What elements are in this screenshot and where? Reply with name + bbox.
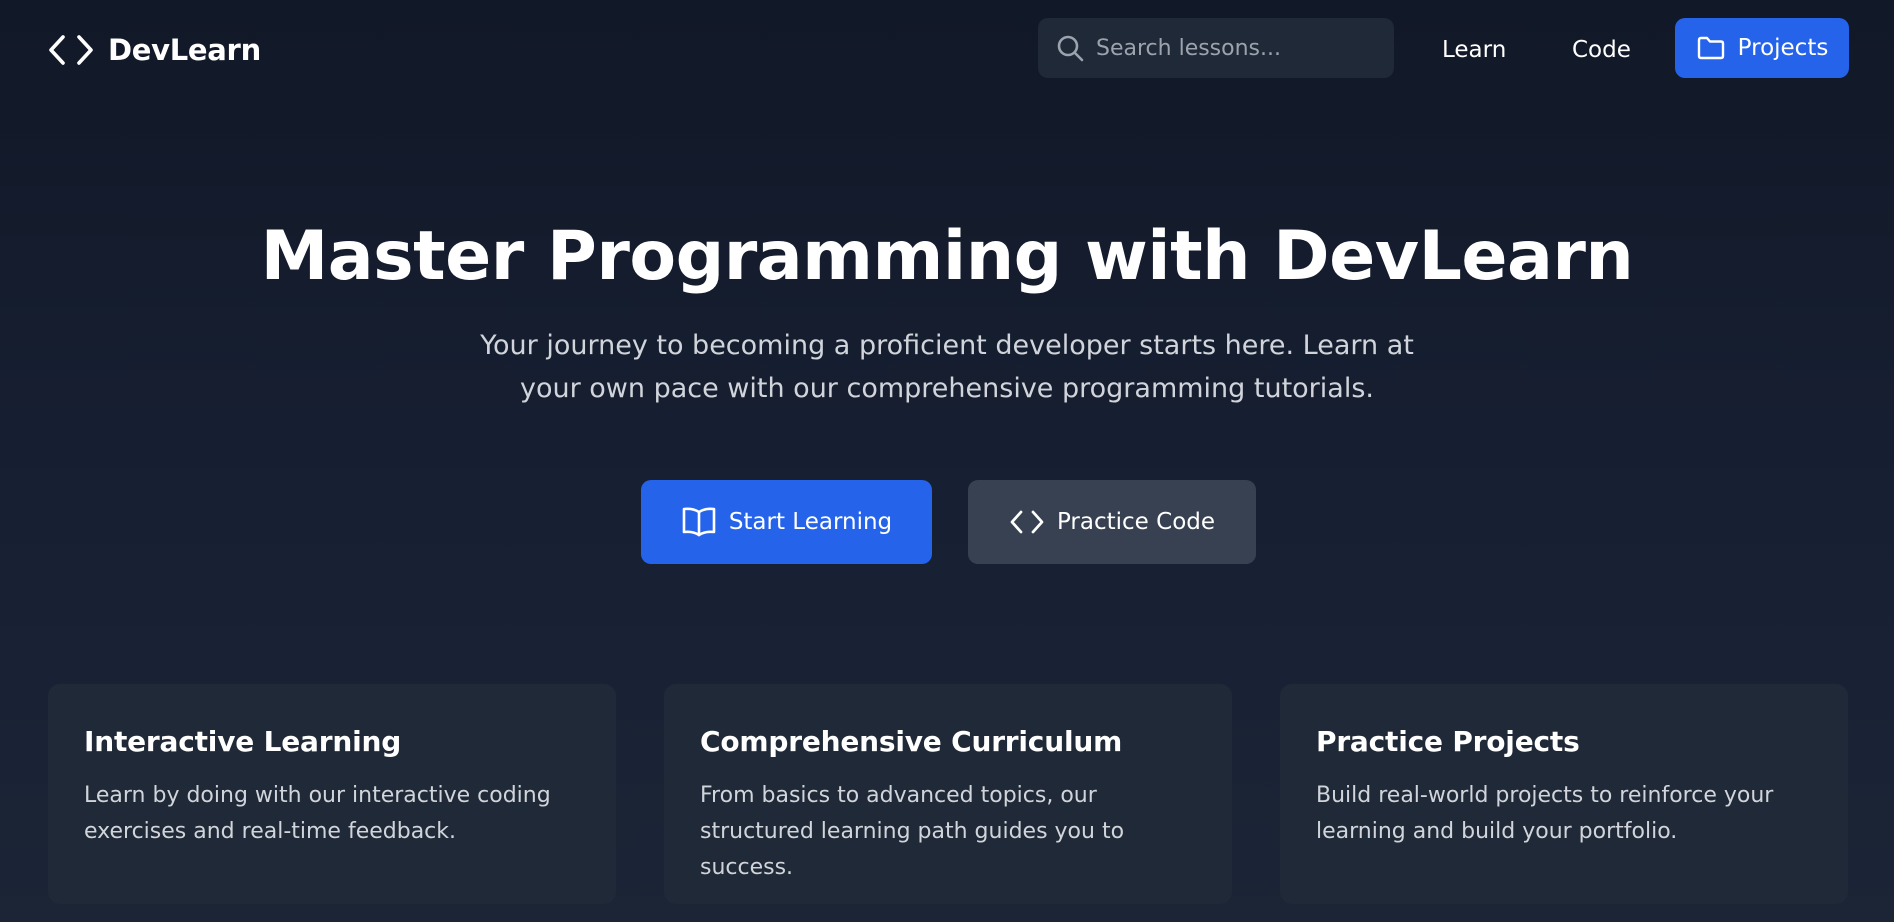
practice-code-button[interactable]: Practice Code	[968, 480, 1256, 564]
search-box[interactable]	[1038, 18, 1394, 78]
nav-code-link[interactable]: Code	[1572, 30, 1631, 70]
code-icon	[1009, 508, 1045, 536]
feature-card-title: Practice Projects	[1316, 725, 1580, 758]
feature-card-description: From basics to advanced topics, our stru…	[700, 783, 1125, 880]
practice-code-label: Practice Code	[1056, 509, 1216, 535]
hero-subtitle: Your journey to becoming a proficient de…	[480, 330, 1414, 404]
start-learning-label: Start Learning	[728, 509, 893, 535]
search-input[interactable]	[1096, 35, 1376, 61]
start-learning-button[interactable]: Start Learning	[641, 480, 932, 564]
search-icon	[1056, 34, 1084, 62]
nav-projects-button[interactable]: Projects	[1675, 18, 1849, 78]
brand-name: DevLearn	[108, 33, 261, 67]
feature-card-description: Build real-world projects to reinforce y…	[1316, 783, 1774, 844]
feature-card-interactive-learning: Interactive Learning Learn by doing with…	[48, 684, 616, 904]
feature-card-practice-projects: Practice Projects Build real-world proje…	[1280, 684, 1848, 904]
top-navigation: DevLearn Learn Code Projects	[0, 0, 1894, 100]
brand-logo[interactable]: DevLearn	[48, 30, 261, 70]
nav-projects-label: Projects	[1737, 35, 1829, 61]
folder-icon	[1696, 35, 1726, 61]
feature-card-description: Learn by doing with our interactive codi…	[84, 783, 551, 844]
feature-card-title: Comprehensive Curriculum	[700, 725, 1123, 758]
nav-learn-link[interactable]: Learn	[1442, 30, 1506, 70]
code-icon	[48, 33, 94, 67]
book-open-icon	[681, 506, 717, 538]
hero-title: Master Programming with DevLearn	[260, 217, 1634, 296]
feature-card-comprehensive-curriculum: Comprehensive Curriculum From basics to …	[664, 684, 1232, 904]
feature-card-title: Interactive Learning	[84, 725, 402, 758]
